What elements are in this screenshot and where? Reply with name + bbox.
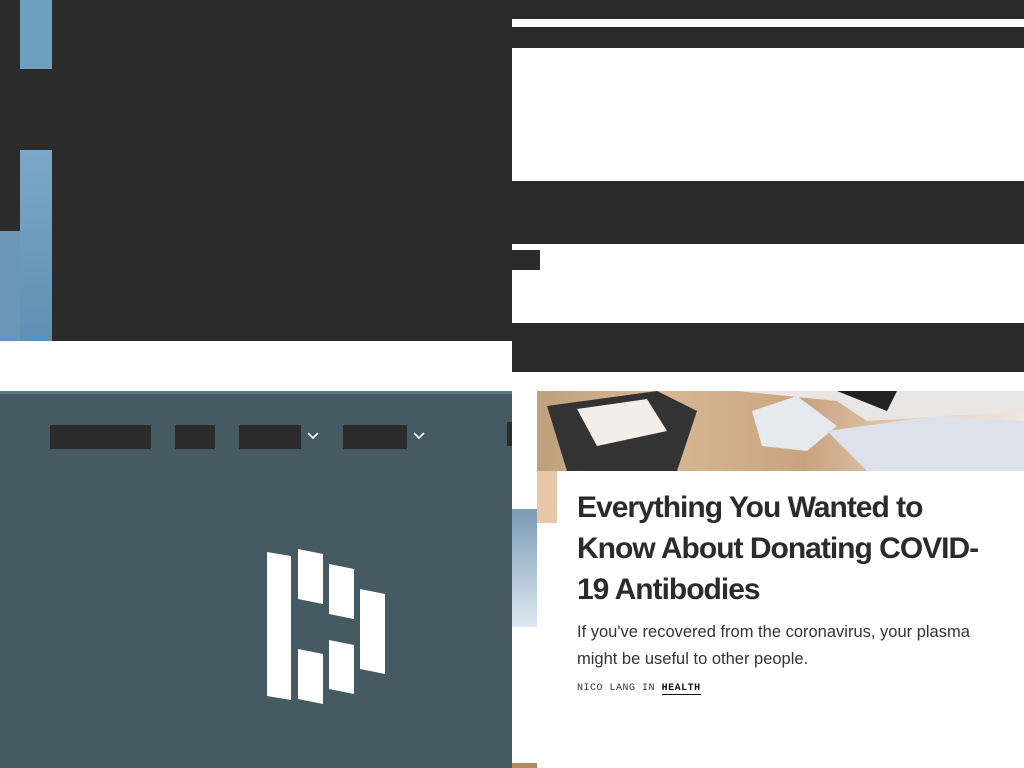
- side-thumbnail[interactable]: [512, 763, 537, 768]
- byline-in-label: IN: [642, 683, 656, 694]
- category-link[interactable]: HEALTH: [661, 683, 701, 695]
- article-photo[interactable]: [537, 391, 1024, 471]
- content-block: [512, 323, 1024, 372]
- article-photo: [537, 471, 557, 523]
- header-bar: [512, 27, 1024, 48]
- hero-image-sky-strip: [0, 231, 20, 341]
- hero-image[interactable]: [0, 0, 512, 341]
- content-block: [512, 250, 540, 270]
- header-bar: [512, 0, 1024, 19]
- hero-image-sky-strip: [20, 0, 52, 69]
- promo-nav-item: [507, 422, 512, 446]
- promo-ad-panel[interactable]: [0, 391, 512, 768]
- promo-nav-item[interactable]: [239, 425, 301, 449]
- content-block: [512, 181, 1024, 244]
- article-title[interactable]: Everything You Wanted to Know About Dona…: [577, 487, 997, 610]
- hero-image-sky-strip: [20, 150, 52, 341]
- chevron-down-icon[interactable]: [412, 428, 426, 442]
- promo-nav-item[interactable]: [50, 425, 151, 449]
- dashlane-logo-icon: [263, 544, 393, 709]
- article-byline: NICO LANG IN HEALTH: [577, 683, 701, 695]
- author-name[interactable]: NICO LANG: [577, 683, 636, 694]
- chevron-down-icon[interactable]: [306, 428, 320, 442]
- side-thumbnail[interactable]: [512, 509, 537, 627]
- promo-nav-item[interactable]: [175, 425, 215, 449]
- article-summary: If you've recovered from the coronavirus…: [577, 623, 970, 668]
- promo-nav-item[interactable]: [343, 425, 407, 449]
